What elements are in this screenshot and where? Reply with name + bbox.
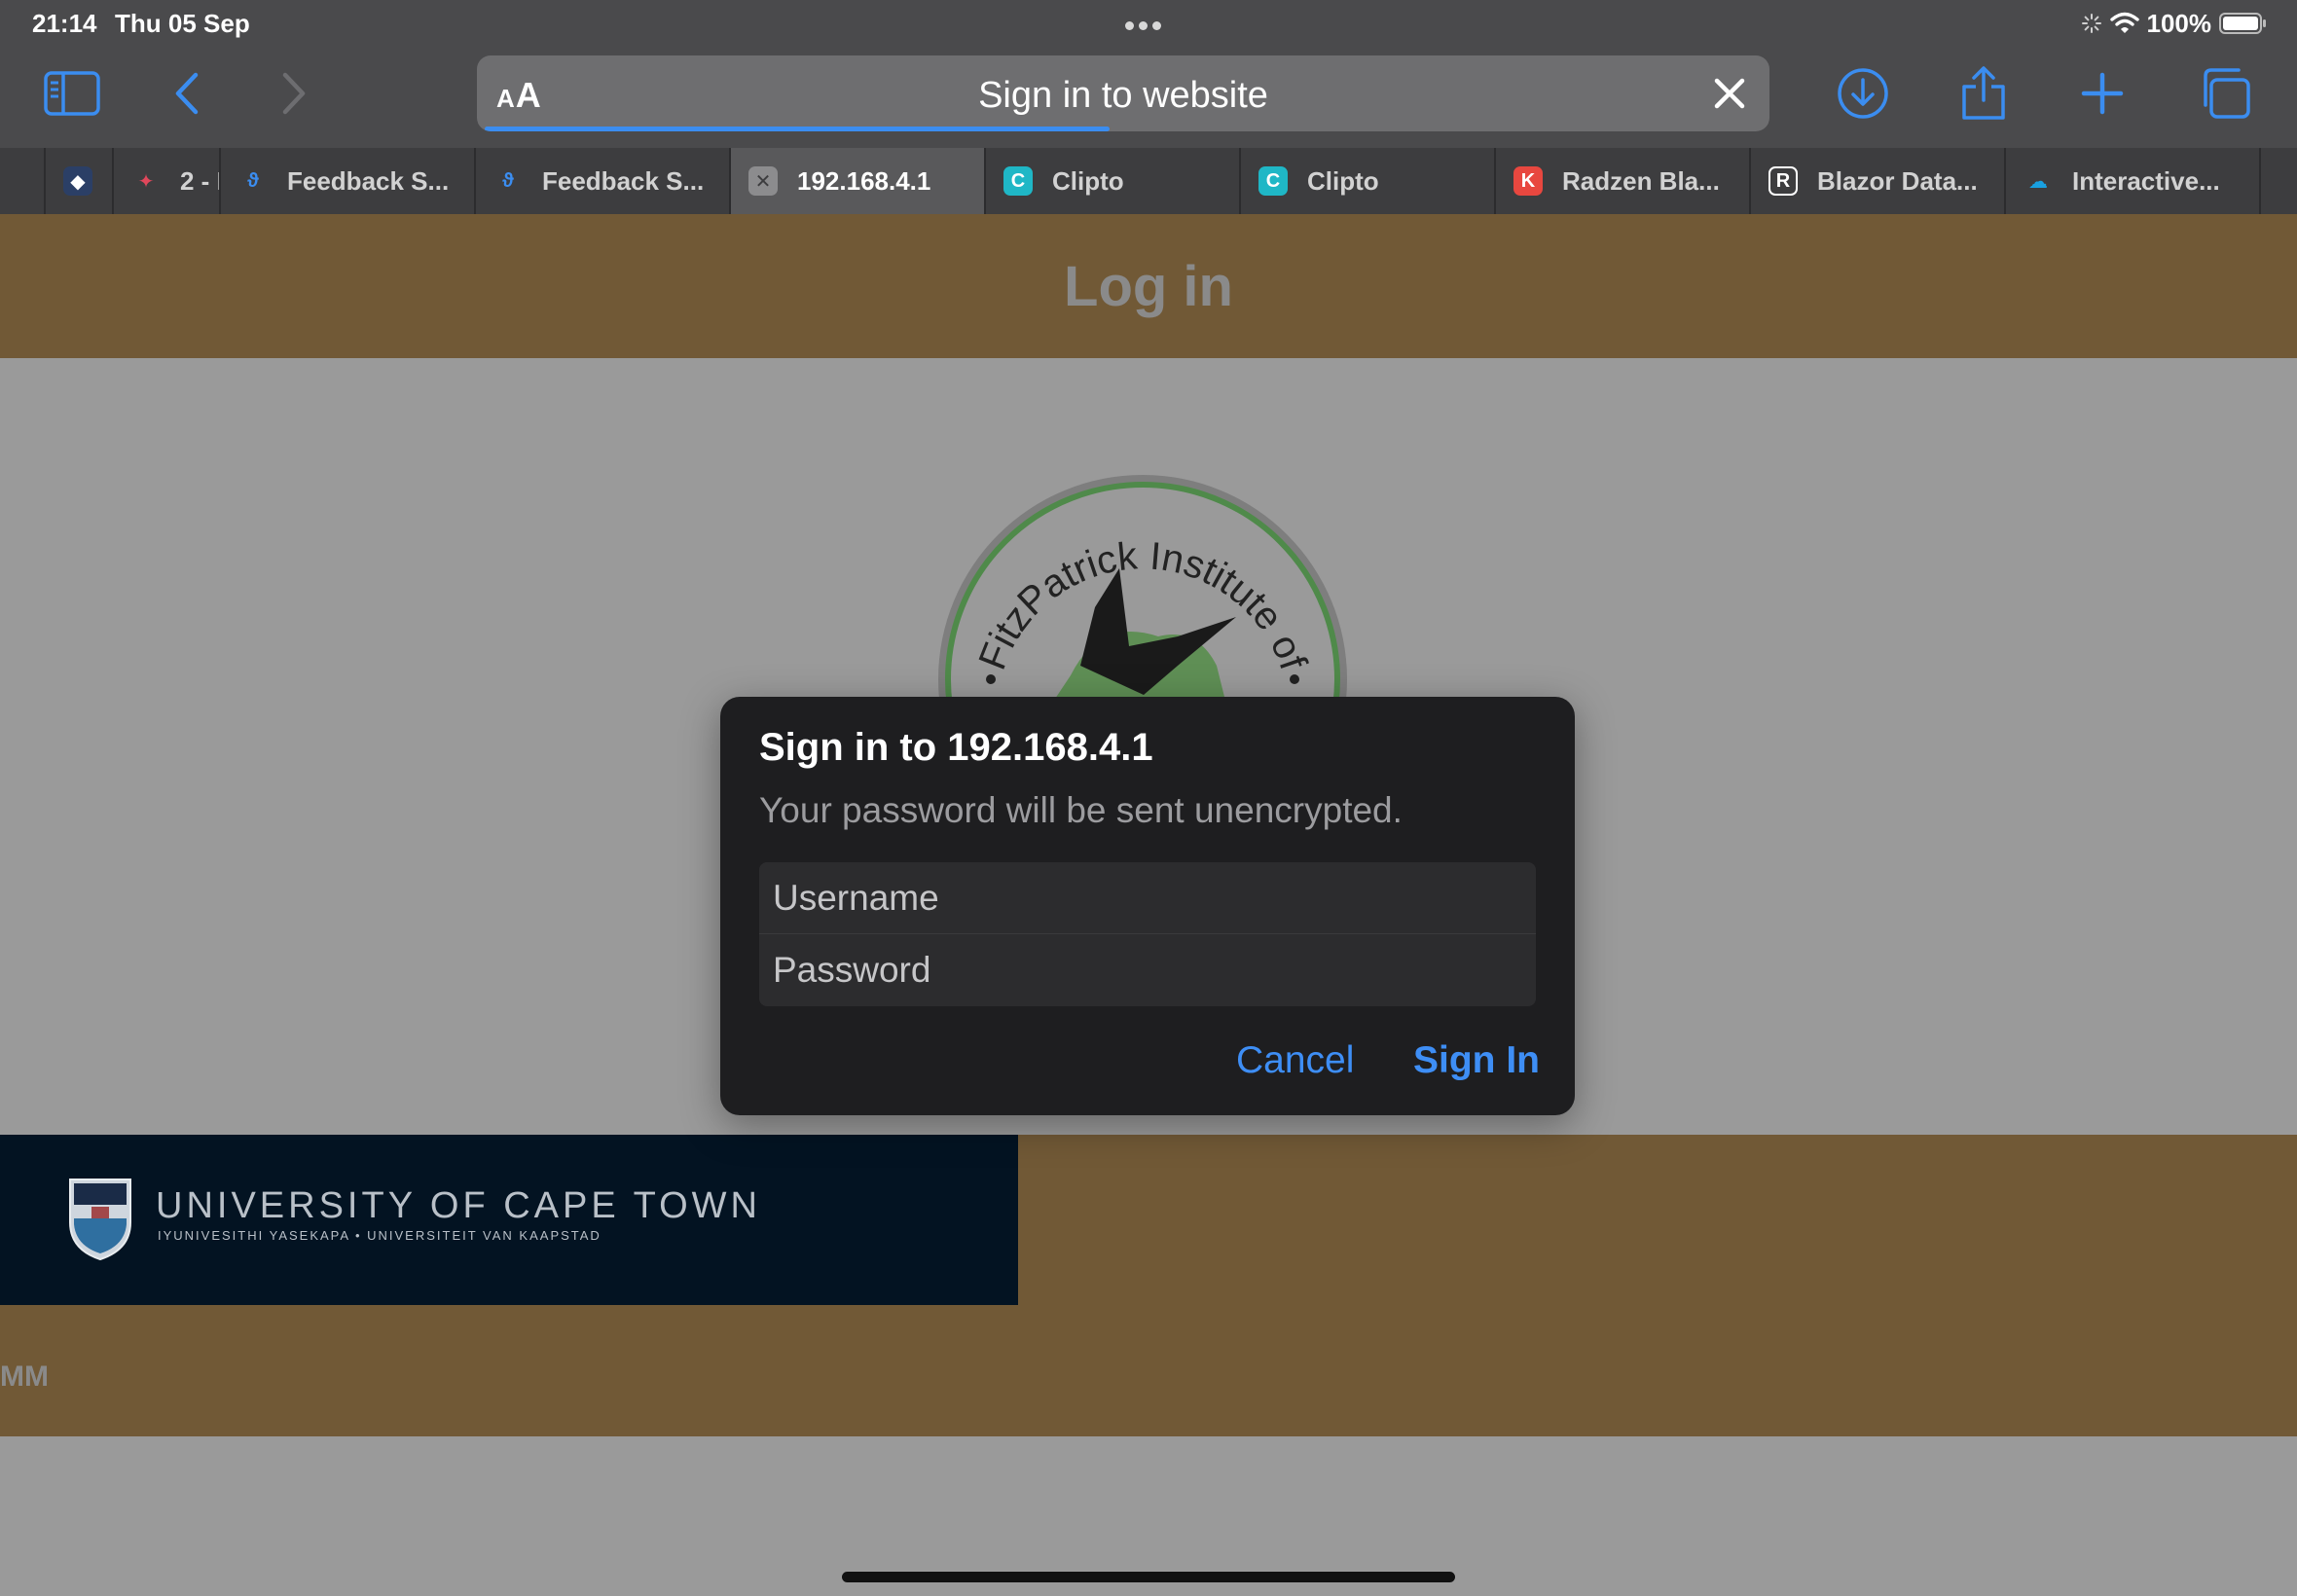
- tab-label: Feedback S...: [287, 165, 450, 196]
- tab-label: Feedback S...: [542, 165, 705, 196]
- crest-favicon-icon: ◆: [63, 166, 92, 196]
- tab-9[interactable]: ☁ Interactive...: [2006, 148, 2261, 214]
- institute-logo: FitzPatrick Institute of: [934, 471, 1351, 705]
- new-tab-button[interactable]: [2073, 64, 2132, 123]
- new-tab-icon: [2081, 72, 2124, 115]
- footer-text: MM: [0, 1360, 49, 1393]
- share-icon: [1962, 66, 2005, 120]
- credentials-fields: [759, 862, 1536, 1006]
- status-time: 21:14: [32, 9, 97, 38]
- uct-crest-icon: [69, 1179, 131, 1261]
- battery-percent: 100%: [2146, 8, 2212, 38]
- wifi-icon: [2109, 12, 2139, 33]
- dialog-title: Sign in to 192.168.4.1: [759, 726, 1153, 769]
- home-indicator[interactable]: [842, 1572, 1455, 1582]
- page-heading: Log in: [1064, 254, 1233, 318]
- sidebar-button[interactable]: [43, 64, 101, 123]
- page-title: Sign in to website: [978, 75, 1268, 116]
- browser-toolbar: AA Sign in to website: [0, 47, 2297, 148]
- tab-3[interactable]: ϑ Feedback S...: [476, 148, 731, 214]
- tab-2[interactable]: ϑ Feedback S...: [221, 148, 476, 214]
- forward-icon: [282, 72, 306, 115]
- forward-button[interactable]: [265, 64, 323, 123]
- close-icon[interactable]: [1707, 71, 1752, 116]
- tab-4[interactable]: ✕ 192.168.4.1: [731, 148, 986, 214]
- tab-6[interactable]: C Clipto: [1241, 148, 1496, 214]
- download-icon: [1838, 68, 1888, 119]
- battery-icon: [2219, 13, 2266, 34]
- tab-label: Clipto: [1052, 165, 1124, 196]
- back-button[interactable]: [158, 64, 216, 123]
- tabs-overview-icon: [2204, 68, 2250, 119]
- tab-8[interactable]: R Blazor Data...: [1751, 148, 2006, 214]
- tab-strip: ◆ ✦ 2 - IN ϑ Feedback S... ϑ Feedback S... ✕ 192…: [0, 148, 2297, 214]
- sidebar-icon: [44, 71, 100, 116]
- tabs-overview-button[interactable]: [2196, 64, 2254, 123]
- colorful-favicon-icon: ✦: [137, 170, 155, 193]
- load-progress-bar: [485, 127, 1110, 131]
- feedback-favicon-icon: ϑ: [247, 169, 259, 192]
- downloads-button[interactable]: [1834, 64, 1892, 123]
- status-bar: 21:14 Thu 05 Sep 100%: [0, 0, 2297, 47]
- cancel-button[interactable]: Cancel: [1236, 1039, 1354, 1082]
- feedback-favicon-icon: ϑ: [502, 169, 514, 192]
- radzen-favicon-icon: K: [1513, 166, 1543, 196]
- clipto-favicon-icon: C: [1258, 166, 1288, 196]
- clipto-favicon-icon: C: [1003, 166, 1033, 196]
- blazor-favicon-icon: R: [1768, 166, 1798, 196]
- status-indicators: 100%: [2081, 7, 2269, 40]
- status-date: Thu 05 Sep: [115, 9, 250, 38]
- sign-in-dialog: Sign in to 192.168.4.1 Your password wil…: [720, 697, 1575, 1115]
- activity-spinner-icon: [2081, 14, 2101, 33]
- tab-0[interactable]: ◆: [46, 148, 114, 214]
- tab-1[interactable]: ✦ 2 - IN: [114, 148, 221, 214]
- tab-label: Blazor Data...: [1817, 165, 1978, 196]
- blank-favicon-icon: ✕: [748, 166, 778, 196]
- tab-7[interactable]: K Radzen Bla...: [1496, 148, 1751, 214]
- page-header: Log in: [0, 214, 2297, 358]
- address-bar[interactable]: AA Sign in to website: [477, 55, 1769, 131]
- tab-label: 2 - IN: [180, 165, 219, 196]
- share-button[interactable]: [1954, 64, 2013, 123]
- tab-label: Clipto: [1307, 165, 1379, 196]
- tab-label: 192.168.4.1: [797, 165, 931, 196]
- university-name: UNIVERSITY OF CAPE TOWN: [156, 1185, 761, 1226]
- tab-5[interactable]: C Clipto: [986, 148, 1241, 214]
- username-input[interactable]: [759, 862, 1536, 934]
- dialog-message: Your password will be sent unencrypted.: [759, 790, 1403, 830]
- university-subtitle: IYUNIVESITHI YASEKAPA • UNIVERSITEIT VAN…: [158, 1228, 602, 1243]
- cloud-favicon-icon: ☁: [2028, 170, 2048, 193]
- tab-strip-edge: [0, 148, 46, 214]
- tab-label: Interactive...: [2072, 165, 2220, 196]
- multitasking-dots-icon[interactable]: [1125, 18, 1172, 30]
- sign-in-button[interactable]: Sign In: [1413, 1039, 1540, 1082]
- tab-label: Radzen Bla...: [1562, 165, 1720, 196]
- password-input[interactable]: [759, 934, 1536, 1006]
- back-icon: [175, 72, 199, 115]
